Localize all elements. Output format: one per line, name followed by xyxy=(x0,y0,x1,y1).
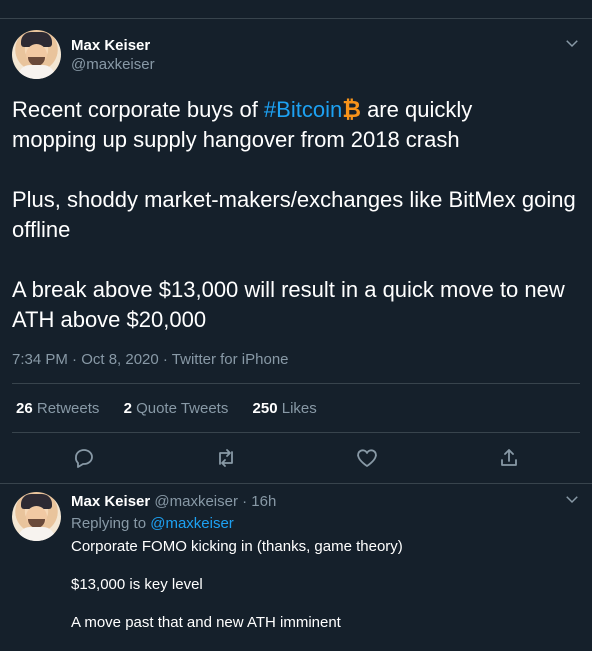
chevron-down-icon[interactable] xyxy=(563,34,581,52)
like-icon[interactable] xyxy=(355,446,379,470)
reply-avatar[interactable] xyxy=(12,492,61,541)
reply-line-1: Corporate FOMO kicking in (thanks, game … xyxy=(71,538,403,555)
replying-to-handle[interactable]: @maxkeiser xyxy=(150,515,234,532)
tweet-text: Recent corporate buys of #Bitcoin₿ are q… xyxy=(12,94,582,335)
retweet-icon[interactable] xyxy=(214,446,238,470)
tweet-paragraph-1: Recent corporate buys of #Bitcoin₿ are q… xyxy=(12,96,473,152)
tweet-meta[interactable]: 7:34 PM · Oct 8, 2020 · Twitter for iPho… xyxy=(12,351,289,368)
reply-line-3: A move past that and new ATH imminent xyxy=(71,614,341,631)
previous-tweet-edge xyxy=(0,0,592,19)
reply-text: Corporate FOMO kicking in (thanks, game … xyxy=(71,537,571,651)
tweet-paragraph-2: Plus, shoddy market-makers/exchanges lik… xyxy=(12,187,576,242)
likes-stat[interactable]: 250 Likes xyxy=(253,400,317,417)
reply-icon[interactable] xyxy=(72,446,96,470)
replying-to: Replying to @maxkeiser xyxy=(71,515,234,532)
share-icon[interactable] xyxy=(497,446,521,470)
divider xyxy=(12,383,580,384)
reply-line-2: $13,000 is key level xyxy=(71,576,203,593)
avatar[interactable] xyxy=(12,30,61,79)
author-handle[interactable]: @maxkeiser xyxy=(71,56,155,73)
tweet-paragraph-3: A break above $13,000 will result in a q… xyxy=(12,277,565,332)
reply-author[interactable]: Max Keiser @maxkeiser · 16h xyxy=(71,493,276,510)
tweet-stats: 26 Retweets 2 Quote Tweets 250 Likes xyxy=(16,400,337,417)
author-name[interactable]: Max Keiser xyxy=(71,37,150,54)
chevron-down-icon[interactable] xyxy=(563,490,581,508)
hashtag-link[interactable]: #Bitcoin xyxy=(264,97,342,122)
bitcoin-icon: ₿ xyxy=(342,96,361,122)
tweet-divider xyxy=(0,483,592,484)
retweets-stat[interactable]: 26 Retweets xyxy=(16,400,99,417)
quote-tweets-stat[interactable]: 2 Quote Tweets xyxy=(124,400,229,417)
divider xyxy=(12,432,580,433)
